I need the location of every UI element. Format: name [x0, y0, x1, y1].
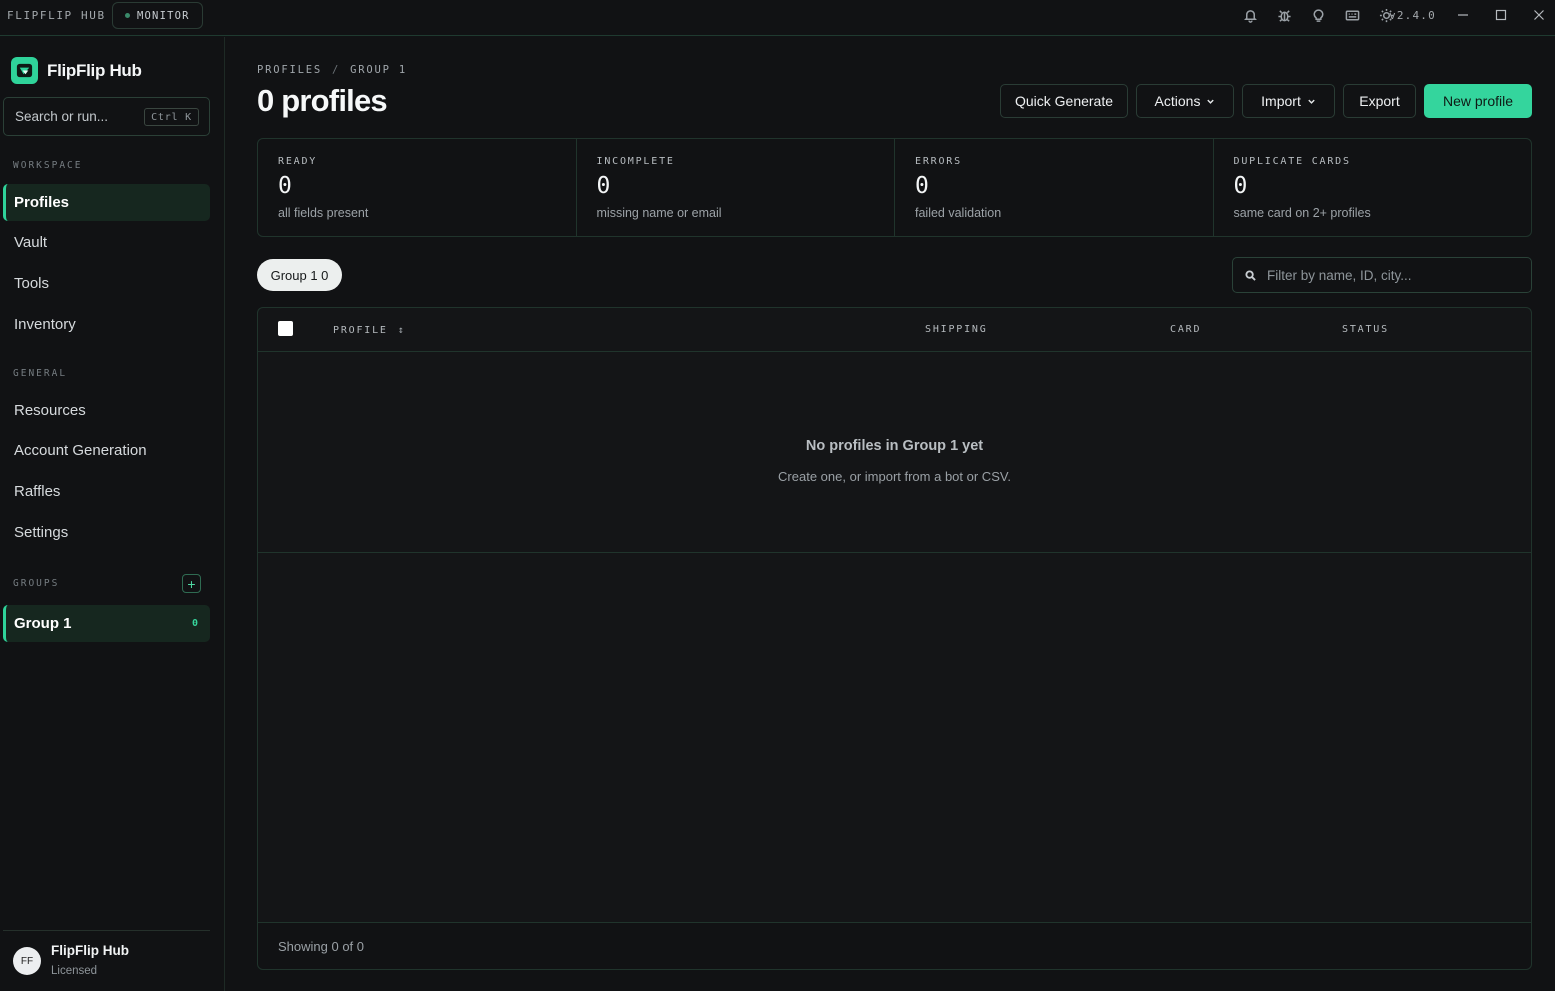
column-status: STATUS	[1342, 324, 1389, 335]
filter-input[interactable]: Filter by name, ID, city...	[1232, 257, 1532, 293]
title-bar: FLIPFLIP HUB MONITOR v2.4.0	[0, 0, 1555, 36]
new-profile-label: New profile	[1442, 93, 1514, 109]
stat-description: all fields present	[278, 206, 369, 220]
keyboard-icon[interactable]	[1343, 6, 1361, 24]
breadcrumb-group: GROUP 1	[350, 64, 407, 76]
empty-state-subtitle: Create one, or import from a bot or CSV.	[778, 469, 1011, 484]
minimize-icon[interactable]	[1452, 4, 1474, 26]
select-all-checkbox[interactable]	[278, 321, 293, 336]
titlebar-icons	[1241, 0, 1395, 30]
column-shipping: SHIPPING	[925, 324, 988, 335]
brand[interactable]: FlipFlip Hub	[11, 57, 142, 84]
search-placeholder: Search or run...	[15, 109, 109, 124]
monitor-label: MONITOR	[137, 9, 190, 22]
profiles-table: PROFILE ↕ SHIPPING CARD STATUS No profile…	[257, 307, 1532, 970]
import-dropdown-button[interactable]: Import	[1242, 84, 1335, 118]
actions-dropdown-button[interactable]: Actions	[1136, 84, 1234, 118]
general-section-label: GENERAL	[13, 368, 68, 379]
breadcrumb-profiles[interactable]: PROFILES	[257, 64, 322, 76]
stat-incomplete: INCOMPLETE 0 missing name or email	[577, 139, 895, 236]
stat-value: 0	[278, 173, 292, 199]
command-search-input[interactable]: Search or run... Ctrl K	[3, 97, 210, 136]
stat-ready: READY 0 all fields present	[258, 139, 577, 236]
sidebar: FlipFlip Hub Search or run... Ctrl K WOR…	[0, 37, 225, 991]
pagination-summary: Showing 0 of 0	[278, 939, 365, 954]
brand-name: FlipFlip Hub	[47, 60, 142, 80]
breadcrumb: PROFILES / GROUP 1	[257, 64, 407, 76]
bug-icon[interactable]	[1275, 6, 1293, 24]
quick-generate-button[interactable]: Quick Generate	[1000, 84, 1128, 118]
stats-panel: READY 0 all fields present INCOMPLETE 0 …	[257, 138, 1532, 237]
chevron-down-icon	[1308, 99, 1315, 104]
stat-description: missing name or email	[596, 206, 722, 220]
groups-section-label: GROUPS	[13, 578, 60, 589]
stat-duplicate-cards: DUPLICATE CARDS 0 same card on 2+ profil…	[1214, 139, 1532, 236]
stat-value: 0	[596, 173, 611, 199]
column-profile-label: PROFILE	[333, 325, 388, 336]
export-button[interactable]: Export	[1343, 84, 1416, 118]
status-dot-icon	[125, 13, 130, 18]
sidebar-item-account-generation[interactable]: Account Generation	[3, 432, 210, 469]
actions-label: Actions	[1154, 93, 1201, 109]
stat-label: INCOMPLETE	[596, 156, 675, 167]
sidebar-item-profiles[interactable]: Profiles	[3, 184, 210, 221]
sidebar-item-resources[interactable]: Resources	[3, 392, 210, 429]
maximize-icon[interactable]	[1490, 4, 1512, 26]
empty-state: No profiles in Group 1 yet Create one, o…	[258, 352, 1531, 553]
column-profile[interactable]: PROFILE ↕	[333, 325, 406, 336]
table-footer: Showing 0 of 0	[258, 922, 1531, 969]
close-icon[interactable]	[1528, 4, 1550, 26]
sidebar-group-item[interactable]: Group 1 0	[3, 605, 210, 642]
empty-state-title: No profiles in Group 1 yet	[805, 438, 984, 454]
add-group-button[interactable]: +	[182, 574, 201, 593]
stat-label: DUPLICATE CARDS	[1233, 156, 1351, 167]
stat-description: same card on 2+ profiles	[1233, 206, 1371, 220]
filter-placeholder: Filter by name, ID, city...	[1267, 267, 1412, 283]
main-content: PROFILES / GROUP 1 0 profiles Quick Gene…	[226, 37, 1555, 991]
search-icon	[1245, 270, 1256, 281]
stat-value: 0	[1233, 173, 1248, 199]
user-name: FlipFlip Hub	[51, 943, 129, 958]
quick-generate-label: Quick Generate	[1014, 93, 1114, 109]
sidebar-item-settings[interactable]: Settings	[3, 514, 210, 551]
group-label: Group 1	[14, 615, 72, 632]
brand-logo-icon	[11, 57, 38, 84]
sidebar-item-tools[interactable]: Tools	[3, 265, 210, 302]
stat-description: failed validation	[915, 206, 1002, 220]
sidebar-item-inventory[interactable]: Inventory	[3, 306, 210, 343]
page-title: 0 profiles	[257, 83, 388, 118]
stat-errors: ERRORS 0 failed validation	[895, 139, 1214, 236]
table-header: PROFILE ↕ SHIPPING CARD STATUS	[258, 308, 1531, 352]
export-label: Export	[1359, 93, 1400, 109]
stat-label: READY	[278, 156, 318, 167]
monitor-button[interactable]: MONITOR	[112, 2, 203, 29]
app-name: FLIPFLIP HUB	[7, 9, 106, 22]
breadcrumb-separator: /	[331, 64, 341, 76]
version-label: v2.4.0	[1389, 9, 1436, 22]
import-label: Import	[1261, 93, 1301, 109]
workspace-section-label: WORKSPACE	[13, 160, 83, 171]
group-filter-chip[interactable]: Group 1 0	[257, 259, 342, 291]
stat-label: ERRORS	[915, 156, 962, 167]
bell-icon[interactable]	[1241, 6, 1259, 24]
lightbulb-icon[interactable]	[1309, 6, 1327, 24]
stat-value: 0	[915, 173, 929, 199]
sidebar-item-vault[interactable]: Vault	[3, 224, 210, 261]
sidebar-item-raffles[interactable]: Raffles	[3, 473, 210, 510]
chevron-down-icon	[1207, 99, 1215, 104]
group-count-badge: 0	[191, 618, 198, 629]
new-profile-button[interactable]: New profile	[1424, 84, 1532, 118]
keyboard-shortcut-badge: Ctrl K	[144, 108, 199, 126]
column-card: CARD	[1170, 324, 1202, 335]
avatar[interactable]: FF	[13, 947, 41, 975]
license-status: Licensed	[51, 965, 98, 977]
sort-icon[interactable]: ↕	[398, 325, 406, 336]
sidebar-divider	[3, 930, 210, 931]
